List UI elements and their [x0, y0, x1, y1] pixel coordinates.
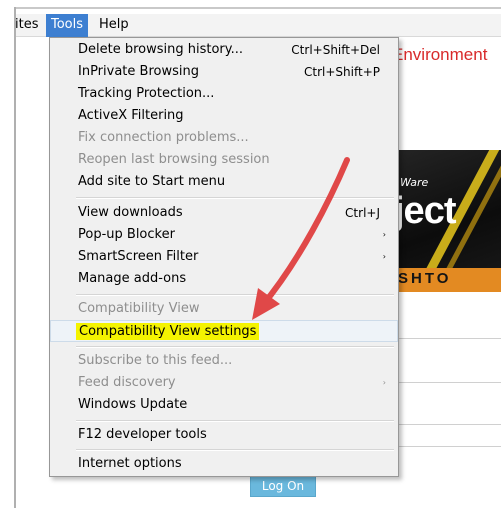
menu-item-windows-update[interactable]: Windows Update — [50, 394, 398, 416]
menu-item-label: Subscribe to this feed... — [78, 353, 233, 368]
menu-item-label: Fix connection problems... — [78, 130, 249, 145]
menu-item-label: Manage add-ons — [78, 271, 187, 286]
menu-item-view-downloads[interactable]: View downloads Ctrl+J — [50, 202, 398, 224]
menu-separator-highlight — [76, 421, 394, 422]
banner-small-text: Ware — [400, 176, 429, 189]
menu-item-label: Reopen last browsing session — [78, 152, 270, 167]
menu-item-label: Compatibility View — [78, 301, 200, 316]
menu-separator-highlight — [76, 295, 394, 296]
menu-item-activex-filtering[interactable]: ActiveX Filtering — [50, 105, 398, 127]
menu-item-label: Pop-up Blocker — [78, 227, 175, 242]
menu-item-popup-blocker[interactable]: Pop-up Blocker › — [50, 224, 398, 246]
menu-item-tracking-protection[interactable]: Tracking Protection... — [50, 83, 398, 105]
menu-item-compatibility-view-settings[interactable]: Compatibility View settings — [50, 320, 398, 342]
menu-item-label-wrap: Compatibility View settings — [76, 321, 260, 343]
menu-item-label: ActiveX Filtering — [78, 108, 184, 123]
menu-item-feed-discovery: Feed discovery › — [50, 372, 398, 394]
tools-menu: Delete browsing history... Ctrl+Shift+De… — [49, 37, 399, 477]
menu-item-label: Add site to Start menu — [78, 174, 226, 189]
menu-item-label: Windows Update — [78, 397, 188, 412]
menu-separator-highlight — [76, 198, 394, 199]
submenu-arrow-icon: › — [382, 378, 386, 387]
page-title: Environment — [392, 45, 488, 64]
menu-item-shortcut: Ctrl+Shift+P — [304, 65, 380, 79]
menu-item-label-highlighted: Compatibility View settings — [76, 323, 260, 340]
menu-favorites[interactable]: ites — [10, 14, 43, 37]
menu-separator-highlight — [76, 450, 394, 451]
menu-item-add-to-start[interactable]: Add site to Start menu — [50, 171, 398, 193]
form-divider — [395, 446, 501, 447]
banner-brand-text: ject — [394, 190, 456, 232]
menu-tools[interactable]: Tools — [46, 14, 89, 37]
form-divider — [395, 424, 501, 425]
menu-item-shortcut: Ctrl+Shift+Del — [291, 43, 380, 57]
menu-item-label: Feed discovery — [78, 375, 176, 390]
menu-help[interactable]: Help — [94, 14, 134, 37]
menu-item-fix-connection: Fix connection problems... — [50, 127, 398, 149]
menu-item-shortcut: Ctrl+J — [345, 206, 380, 220]
banner-image: Ware ject SHTO — [392, 150, 501, 292]
form-divider — [395, 338, 501, 339]
menu-item-label: Internet options — [78, 456, 182, 471]
menu-bar: ites Tools Help — [15, 14, 501, 37]
menu-item-label: Delete browsing history... — [78, 42, 244, 57]
menu-item-label: View downloads — [78, 205, 183, 220]
menu-item-label: InPrivate Browsing — [78, 64, 199, 79]
menu-item-label: F12 developer tools — [78, 427, 207, 442]
menu-item-inprivate[interactable]: InPrivate Browsing Ctrl+Shift+P — [50, 61, 398, 83]
menu-item-compatibility-view: Compatibility View — [50, 298, 398, 320]
menu-item-label: SmartScreen Filter — [78, 249, 199, 264]
submenu-arrow-icon: › — [382, 230, 386, 239]
menu-item-reopen-session: Reopen last browsing session — [50, 149, 398, 171]
menu-item-delete-history[interactable]: Delete browsing history... Ctrl+Shift+De… — [50, 39, 398, 61]
menu-item-manage-addons[interactable]: Manage add-ons — [50, 268, 398, 290]
submenu-arrow-icon: › — [382, 252, 386, 261]
menu-item-internet-options[interactable]: Internet options — [50, 453, 398, 475]
menu-item-label: Tracking Protection... — [78, 86, 215, 101]
banner-org-text: SHTO — [398, 270, 452, 287]
form-divider — [395, 382, 501, 383]
menu-separator-highlight — [76, 347, 394, 348]
window-top-border — [14, 7, 501, 9]
menu-item-smartscreen[interactable]: SmartScreen Filter › — [50, 246, 398, 268]
menu-item-f12-tools[interactable]: F12 developer tools — [50, 424, 398, 446]
menu-item-subscribe-feed: Subscribe to this feed... — [50, 350, 398, 372]
